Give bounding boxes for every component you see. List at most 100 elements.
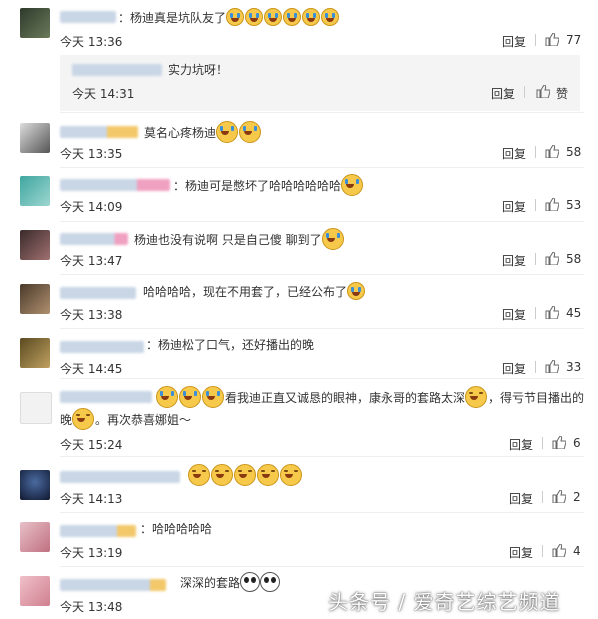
comment-text: ：杨迪松了口气，还好播出的晚 (146, 338, 315, 352)
reply-button[interactable]: 回复 (502, 252, 526, 269)
username[interactable] (72, 64, 162, 76)
like-count: 4 (573, 544, 581, 558)
like-count: 58 (566, 145, 582, 159)
thumbs-up-icon[interactable] (545, 198, 559, 211)
thumbs-up-icon[interactable] (545, 145, 559, 158)
timestamp: 今天 13:35 (60, 147, 123, 161)
reply-button[interactable]: 回复 (509, 544, 533, 561)
thumbs-up-icon[interactable] (536, 85, 550, 98)
reply-button[interactable]: 回复 (509, 436, 533, 453)
reply-button[interactable]: 回复 (502, 33, 526, 50)
laugh-cry-emoji-icon (341, 174, 364, 196)
avatar[interactable] (20, 522, 50, 552)
username[interactable] (60, 391, 152, 403)
like-count: 2 (573, 490, 581, 504)
laughing-emoji-icon (72, 408, 95, 430)
divider (60, 456, 584, 457)
avatar[interactable] (20, 123, 50, 153)
laugh-cry-emoji-icon (264, 8, 283, 26)
comment-text: ：杨迪真是坑队友了 (118, 8, 340, 27)
avatar[interactable] (20, 8, 50, 38)
comment-item: 看我迪正直又诚恳的眼神，康永哥的套路太深 ，得亏节目播出的 晚。再次恭喜娜姐～ 今… (0, 380, 598, 458)
avatar[interactable] (20, 338, 50, 368)
thumbs-up-icon[interactable] (545, 360, 559, 373)
avatar[interactable] (20, 230, 50, 260)
laugh-cry-emoji-icon (347, 282, 366, 300)
avatar[interactable] (20, 470, 50, 500)
like-count: 45 (566, 306, 582, 320)
comment-text: 深深的套路 (180, 572, 281, 592)
laugh-cry-emoji-icon (226, 8, 245, 26)
thumbs-up-icon[interactable] (545, 252, 559, 265)
username[interactable] (60, 471, 180, 483)
comment-item: 今天 14:13 回复 2 (0, 460, 598, 514)
comment-item: ：杨迪真是坑队友了 今天 13:36 回复 77 实力坑呀！ 今天 14:31 … (0, 0, 598, 120)
divider (60, 274, 584, 275)
divider (60, 378, 584, 379)
username[interactable] (60, 579, 166, 591)
username[interactable] (60, 341, 144, 353)
divider (60, 512, 584, 513)
separator (535, 199, 536, 211)
avatar[interactable] (20, 392, 52, 424)
timestamp: 今天 13:36 (60, 35, 123, 49)
comment-item: ：杨迪松了口气，还好播出的晚 今天 14:45 回复 33 (0, 330, 598, 382)
comment-text-line2: 晚。再次恭喜娜姐～ (60, 408, 191, 430)
laugh-cry-emoji-icon (283, 8, 302, 26)
thumbs-up-icon[interactable] (545, 306, 559, 319)
like-count: 58 (566, 252, 582, 266)
comment-item: 哈哈哈哈，现在不用套了，已经公布了 今天 13:38 回复 45 (0, 276, 598, 328)
username[interactable] (60, 525, 136, 537)
reply-button[interactable]: 回复 (509, 490, 533, 507)
laugh-cry-emoji-icon (239, 121, 262, 143)
timestamp: 今天 13:47 (60, 254, 123, 268)
watermark: 头条号 / 爱奇艺综艺频道 (328, 590, 561, 614)
divider (60, 328, 584, 329)
reply-button[interactable]: 回复 (491, 85, 515, 102)
timestamp: 今天 13:19 (60, 546, 123, 560)
timestamp: 今天 13:38 (60, 308, 123, 322)
reply-button[interactable]: 回复 (502, 198, 526, 215)
timestamp: 今天 13:48 (60, 600, 123, 614)
sub-reply-text: 实力坑呀！ (168, 63, 229, 77)
like-count: 6 (573, 436, 581, 450)
like-count: 77 (566, 33, 582, 47)
thumbs-up-icon[interactable] (552, 544, 566, 557)
laugh-cry-emoji-icon (202, 386, 224, 408)
username[interactable] (60, 287, 136, 299)
like-count: 53 (566, 198, 582, 212)
reply-button[interactable]: 回复 (502, 145, 526, 162)
laughing-emoji-icon (211, 464, 233, 486)
timestamp: 今天 14:31 (72, 87, 135, 101)
comment-text: 杨迪也没有说啊 只是自己傻 聊到了 (134, 228, 345, 250)
divider (60, 112, 584, 113)
avatar[interactable] (20, 284, 50, 314)
thumbs-up-icon[interactable] (552, 436, 566, 449)
comment-text (188, 464, 303, 486)
laughing-emoji-icon (188, 464, 210, 486)
reply-button[interactable]: 回复 (502, 360, 526, 377)
like-button-label[interactable]: 赞 (556, 85, 568, 102)
panda-face-emoji-icon (260, 572, 281, 592)
thumbs-up-icon[interactable] (545, 33, 559, 46)
separator (535, 361, 536, 373)
laugh-cry-emoji-icon (179, 386, 201, 408)
separator (535, 34, 536, 46)
username[interactable] (60, 11, 116, 23)
username[interactable] (60, 126, 138, 138)
separator (524, 86, 525, 98)
comment-text: ：杨迪可是憋坏了哈哈哈哈哈哈 (173, 174, 364, 196)
laughing-emoji-icon (257, 464, 279, 486)
avatar[interactable] (20, 176, 50, 206)
username[interactable] (60, 179, 170, 191)
timestamp: 今天 14:09 (60, 200, 123, 214)
laugh-cry-emoji-icon (216, 121, 239, 143)
reply-button[interactable]: 回复 (502, 306, 526, 323)
comment-text: 莫名心疼杨迪 (144, 121, 262, 143)
username[interactable] (60, 233, 128, 245)
thumbs-up-icon[interactable] (552, 490, 566, 503)
laughing-emoji-icon (280, 464, 302, 486)
comment-text: 看我迪正直又诚恳的眼神，康永哥的套路太深 ，得亏节目播出的 (156, 386, 584, 408)
avatar[interactable] (20, 576, 50, 606)
laughing-emoji-icon (465, 386, 488, 408)
